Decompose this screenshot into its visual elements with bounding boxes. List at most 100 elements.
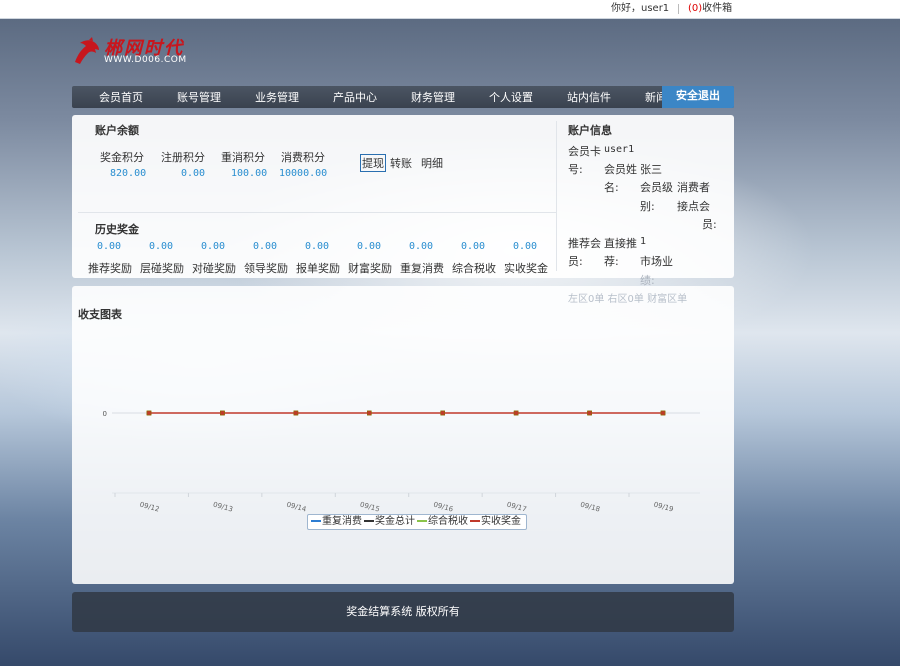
pair-bonus-label: 对碰奖励	[192, 262, 236, 275]
x-tick-label: 09/13	[212, 501, 234, 514]
wealth-bonus-label: 财富奖励	[348, 262, 392, 275]
net-bonus-value: 0.00	[513, 241, 538, 252]
data-point	[146, 410, 152, 416]
register-points-value: 0.00	[181, 168, 206, 179]
direct-referral-label-tail: 荐:	[604, 255, 619, 268]
legend-swatch-icon	[311, 520, 321, 522]
legend-swatch-icon	[364, 520, 374, 522]
data-point	[293, 410, 299, 416]
y-tick-label: 0	[103, 410, 107, 418]
direct-referral-label: 直接推	[604, 237, 637, 250]
referrer-label: 推荐会	[568, 237, 601, 250]
legend-label: 重复消费	[322, 516, 362, 527]
referral-bonus-label: 推荐奖励	[88, 262, 132, 275]
logo-url: WWW.D006.COM	[104, 55, 187, 65]
x-tick-label: 09/14	[286, 501, 308, 514]
transfer-link[interactable]: 转账	[390, 155, 412, 171]
top-bar: 你好，user1 (0)收件箱	[0, 0, 900, 19]
name-label: 会员姓	[604, 163, 637, 176]
level-value: 消费者	[677, 181, 710, 194]
tax-label: 综合税收	[452, 262, 496, 275]
leader-bonus-value: 0.00	[253, 241, 278, 252]
chart-panel: 收支图表 0 09/12 09/13 09/14 09/15 09/16 09/17 09/1…	[72, 286, 734, 584]
layer-bonus-value: 0.00	[149, 241, 174, 252]
x-tick-label: 09/19	[653, 501, 675, 514]
data-point	[587, 410, 592, 416]
nav-item-home[interactable]: 会员首页	[99, 86, 143, 108]
card-value: user1	[604, 144, 635, 155]
account-info-title: 账户信息	[568, 124, 612, 137]
card-label-tail: 号:	[568, 163, 583, 176]
order-bonus-value: 0.00	[305, 241, 330, 252]
zone-orders-text: 左区0单 右区0单 财富区单	[568, 294, 688, 305]
legend-swatch-icon	[470, 520, 480, 522]
legend-label: 奖金总计	[375, 516, 415, 527]
x-tick-label: 09/12	[139, 501, 161, 514]
main-nav: 会员首页 账号管理 业务管理 产品中心 财务管理 个人设置 站内信件 新闻 安全…	[72, 86, 734, 108]
card-label: 会员卡	[568, 145, 601, 158]
legend-label: 实收奖金	[481, 516, 521, 527]
nav-item-business[interactable]: 业务管理	[255, 86, 299, 108]
data-point	[660, 410, 666, 416]
referral-bonus-value: 0.00	[97, 241, 122, 252]
horse-logo-icon	[75, 37, 99, 64]
x-tick-label: 09/18	[579, 501, 601, 514]
bonus-points-label: 奖金积分	[100, 151, 144, 164]
register-points-label: 注册积分	[161, 151, 205, 164]
details-link[interactable]: 明细	[421, 155, 443, 171]
greeting-text: 你好，user1	[611, 3, 670, 14]
chart-legend: 重复消费 奖金总计 综合税收 实收奖金	[307, 514, 527, 530]
data-point	[440, 410, 445, 416]
net-bonus-label: 实收奖金	[504, 262, 548, 275]
x-tick-label: 09/16	[432, 501, 454, 514]
repeat-consume-label: 重复消费	[400, 262, 444, 275]
footer: 奖金结算系统 版权所有	[72, 592, 734, 632]
data-point	[513, 410, 519, 416]
repeat-consume-value: 0.00	[409, 241, 434, 252]
pair-bonus-value: 0.00	[201, 241, 226, 252]
inbox-count: (0)	[688, 3, 703, 14]
x-tick-label: 09/15	[359, 501, 381, 514]
divider	[678, 4, 679, 14]
legend-item[interactable]: 实收奖金	[470, 516, 521, 527]
direct-referral-value: 1	[640, 236, 647, 247]
layer-bonus-label: 层碰奖励	[140, 262, 184, 275]
withdraw-link[interactable]: 提现	[360, 154, 386, 172]
name-value: 张三	[640, 163, 662, 176]
consume-points-value: 10000.00	[279, 168, 328, 179]
legend-item[interactable]: 奖金总计	[364, 516, 415, 527]
copyright-text: 奖金结算系统 版权所有	[346, 605, 460, 618]
legend-item[interactable]: 重复消费	[311, 516, 362, 527]
account-panel: 账户余额 奖金积分 820.00 注册积分 0.00 重消积分 100.00 消…	[72, 115, 734, 287]
legend-item[interactable]: 综合税收	[417, 516, 468, 527]
bonus-points-value: 820.00	[110, 168, 147, 179]
line-chart: 0 09/12 09/13 09/14 09/15 09/16 09/17 09/18 09/1…	[103, 410, 700, 514]
balance-title: 账户余额	[95, 124, 139, 137]
data-point	[367, 410, 372, 416]
wealth-bonus-value: 0.00	[357, 241, 382, 252]
referrer-label-tail: 员:	[568, 255, 583, 268]
nav-item-accounts[interactable]: 账号管理	[177, 86, 221, 108]
contact-member-label-tail: 员:	[702, 218, 717, 231]
nav-item-finance[interactable]: 财务管理	[411, 86, 455, 108]
divider	[78, 212, 556, 213]
nav-item-settings[interactable]: 个人设置	[489, 86, 533, 108]
tax-value: 0.00	[461, 241, 486, 252]
nav-item-products[interactable]: 产品中心	[333, 86, 377, 108]
logout-button[interactable]: 安全退出	[662, 86, 734, 108]
site-logo[interactable]: 郴网时代 WWW.D006.COM	[72, 34, 212, 70]
contact-member-label: 接点会	[677, 200, 710, 213]
consume-points-label: 消费积分	[281, 151, 325, 164]
leader-bonus-label: 领导奖励	[244, 262, 288, 275]
x-tick-label: 09/17	[506, 501, 528, 514]
inbox-label: 收件箱	[702, 3, 733, 14]
inbox-link[interactable]: (0)收件箱	[688, 0, 732, 18]
history-title: 历史奖金	[95, 223, 139, 236]
nav-item-messages[interactable]: 站内信件	[567, 86, 611, 108]
reconsume-points-value: 100.00	[231, 168, 268, 179]
reconsume-points-label: 重消积分	[221, 151, 265, 164]
legend-label: 综合税收	[428, 516, 468, 527]
market-performance-label: 市场业	[640, 255, 673, 268]
order-bonus-label: 报单奖励	[296, 262, 340, 275]
data-point	[220, 410, 225, 416]
